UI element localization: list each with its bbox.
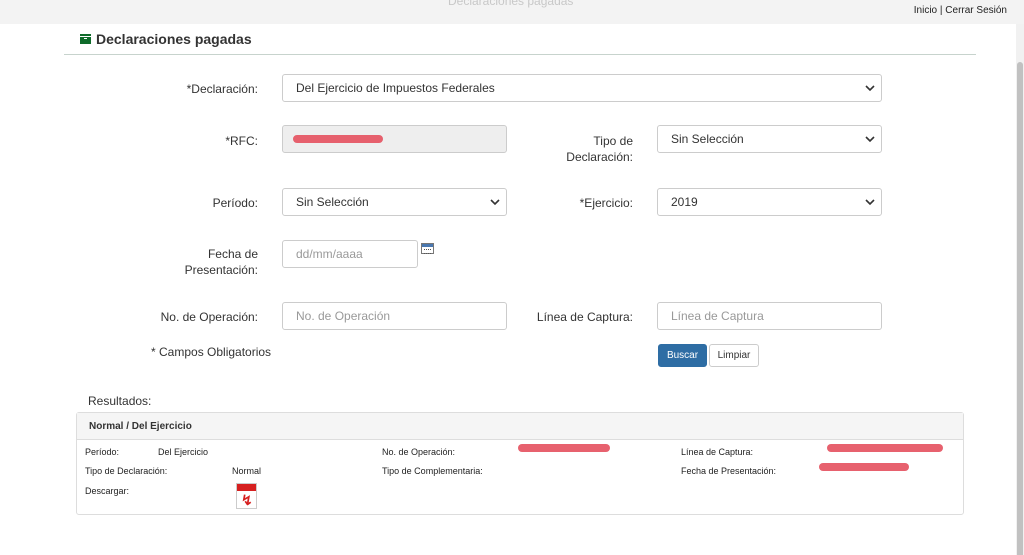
results-panel-title: Normal / Del Ejercicio: [89, 421, 192, 432]
inicio-link[interactable]: Inicio: [914, 5, 937, 16]
window-title: Declaraciones pagadas: [448, 0, 574, 8]
result-linea-captura-label: Línea de Captura:: [681, 447, 754, 457]
result-tipo-complementaria-label: Tipo de Complementaria:: [382, 466, 483, 476]
ejercicio-label: *Ejercicio:: [579, 196, 633, 210]
fecha-label-2: Presentación:: [184, 263, 258, 277]
campos-obligatorios-note: * Campos Obligatorios: [151, 345, 272, 359]
results-panel-header: Normal / Del Ejercicio: [77, 413, 963, 440]
result-no-operacion-label: No. de Operación:: [382, 447, 456, 457]
result-fecha-presentacion-label: Fecha de Presentación:: [681, 466, 777, 476]
fecha-input[interactable]: dd/mm/aaaa: [282, 240, 418, 268]
declaracion-label: *Declaración:: [186, 82, 258, 96]
fecha-placeholder: dd/mm/aaaa: [296, 247, 363, 261]
buscar-button[interactable]: Buscar: [658, 344, 707, 367]
result-descargar-label: Descargar:: [85, 486, 130, 496]
declaracion-value: Del Ejercicio de Impuestos Federales: [296, 81, 495, 95]
periodo-label: Período:: [212, 196, 258, 210]
linea-captura-placeholder: Línea de Captura: [671, 309, 764, 323]
limpiar-button[interactable]: Limpiar: [709, 344, 759, 367]
result-tipo-declaracion-value: Normal: [232, 466, 262, 476]
result-tipo-declaracion-label: Tipo de Declaración:: [85, 466, 168, 476]
section-header: Declaraciones pagadas: [64, 28, 976, 55]
section-title: Declaraciones pagadas: [96, 31, 252, 47]
resultados-label: Resultados:: [88, 394, 152, 408]
ejercicio-select[interactable]: 2019: [657, 188, 882, 216]
rfc-label: *RFC:: [225, 134, 258, 148]
tipo-declaracion-label-2: Declaración:: [566, 150, 633, 164]
chevron-down-icon: [490, 199, 500, 206]
vertical-scrollbar[interactable]: [1016, 24, 1024, 555]
linea-captura-label: Línea de Captura:: [536, 310, 633, 324]
scrollbar-thumb[interactable]: [1017, 62, 1023, 555]
periodo-value: Sin Selección: [296, 195, 369, 209]
result-linea-captura-redaction: [827, 444, 943, 452]
declaracion-select[interactable]: Del Ejercicio de Impuestos Federales: [282, 74, 882, 102]
link-separator: |: [939, 5, 943, 16]
fecha-label-1: Fecha de: [207, 247, 258, 261]
results-panel: Normal / Del Ejercicio Período: Del Ejer…: [76, 412, 964, 515]
result-periodo-value: Del Ejercicio: [158, 447, 209, 457]
tipo-declaracion-value: Sin Selección: [671, 132, 744, 146]
tipo-declaracion-label-1: Tipo de: [593, 134, 633, 148]
result-fecha-redaction: [819, 463, 909, 471]
result-periodo-label: Período:: [85, 447, 120, 457]
top-links: Inicio | Cerrar Sesión: [914, 5, 1007, 16]
periodo-select[interactable]: Sin Selección: [282, 188, 507, 216]
no-operacion-label: No. de Operación:: [160, 310, 258, 324]
ejercicio-value: 2019: [671, 195, 698, 209]
tipo-declaracion-select[interactable]: Sin Selección: [657, 125, 882, 153]
chevron-down-icon: [865, 199, 875, 206]
top-bar: Declaraciones pagadas Inicio | Cerrar Se…: [0, 0, 1024, 24]
cerrar-sesion-link[interactable]: Cerrar Sesión: [945, 5, 1007, 16]
main-content: Declaraciones pagadas *Declaración: Del …: [0, 24, 1016, 555]
rfc-field: [282, 125, 507, 153]
result-no-operacion-redaction: [518, 444, 610, 452]
linea-captura-input[interactable]: Línea de Captura: [657, 302, 882, 330]
chevron-down-icon: [865, 136, 875, 143]
no-operacion-input[interactable]: No. de Operación: [282, 302, 507, 330]
chevron-down-icon: [865, 85, 875, 92]
rfc-redaction: [293, 135, 383, 143]
calendar-icon[interactable]: [421, 243, 434, 254]
pdf-download-icon[interactable]: ↯: [236, 483, 257, 509]
archive-box-icon: [80, 34, 91, 44]
no-operacion-placeholder: No. de Operación: [296, 309, 391, 323]
